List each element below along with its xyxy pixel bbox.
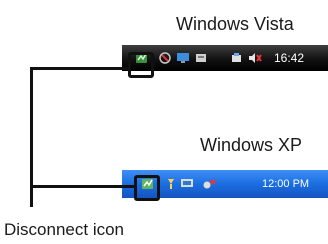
usb-icon <box>203 179 216 189</box>
vista-label: Windows Vista <box>176 14 294 34</box>
speaker-muted-icon <box>249 53 262 63</box>
network-icon <box>168 179 174 189</box>
monitor-icon <box>181 179 193 187</box>
monitor-icon <box>177 53 189 63</box>
disconnect-icon-label: Disconnect icon <box>4 220 125 239</box>
vista-clock: 16:42 <box>274 51 305 65</box>
xp-clock: 12:00 PM <box>262 178 310 190</box>
callout-line-xp <box>30 185 134 188</box>
device-icon <box>232 53 241 62</box>
callout-line-vista <box>30 67 128 70</box>
xp-disconnect-highlight <box>134 175 160 201</box>
device-icon <box>196 54 206 62</box>
vista-disconnect-highlight <box>128 52 154 78</box>
xp-label: Windows XP <box>200 135 303 155</box>
network-icon <box>159 52 171 64</box>
